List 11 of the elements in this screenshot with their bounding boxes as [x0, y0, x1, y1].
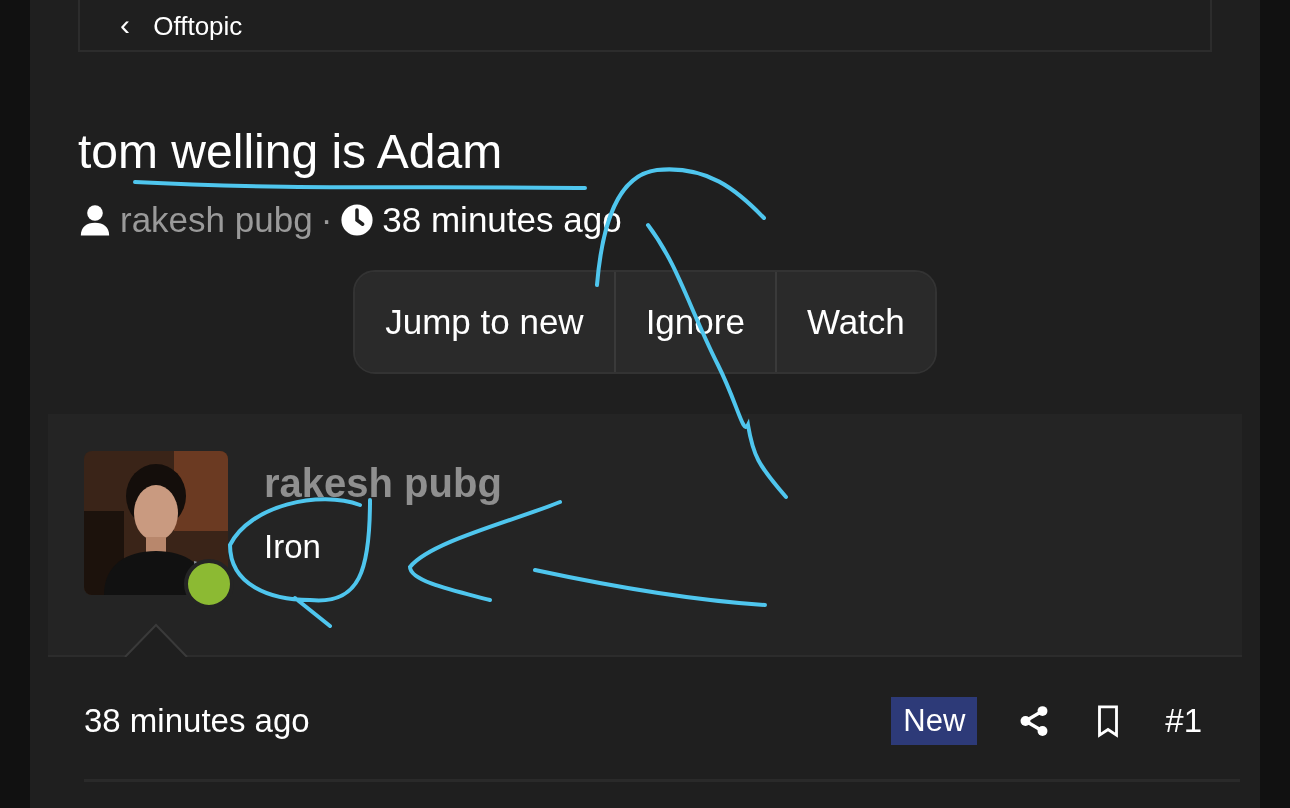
post-number-link[interactable]: #1: [1165, 702, 1202, 740]
thread-title: tom welling is Adam: [78, 124, 504, 180]
author-link[interactable]: rakesh pubg: [120, 200, 313, 240]
user-title: Iron: [264, 528, 322, 566]
clock-icon: [340, 203, 375, 237]
separator: ·: [320, 200, 333, 240]
post-author-link[interactable]: rakesh pubg: [264, 461, 502, 506]
post-time: 38 minutes ago: [84, 702, 310, 740]
user-icon: [78, 203, 112, 237]
breadcrumb-link[interactable]: ‹ Offtopic: [120, 8, 243, 42]
new-badge: New: [891, 697, 978, 745]
